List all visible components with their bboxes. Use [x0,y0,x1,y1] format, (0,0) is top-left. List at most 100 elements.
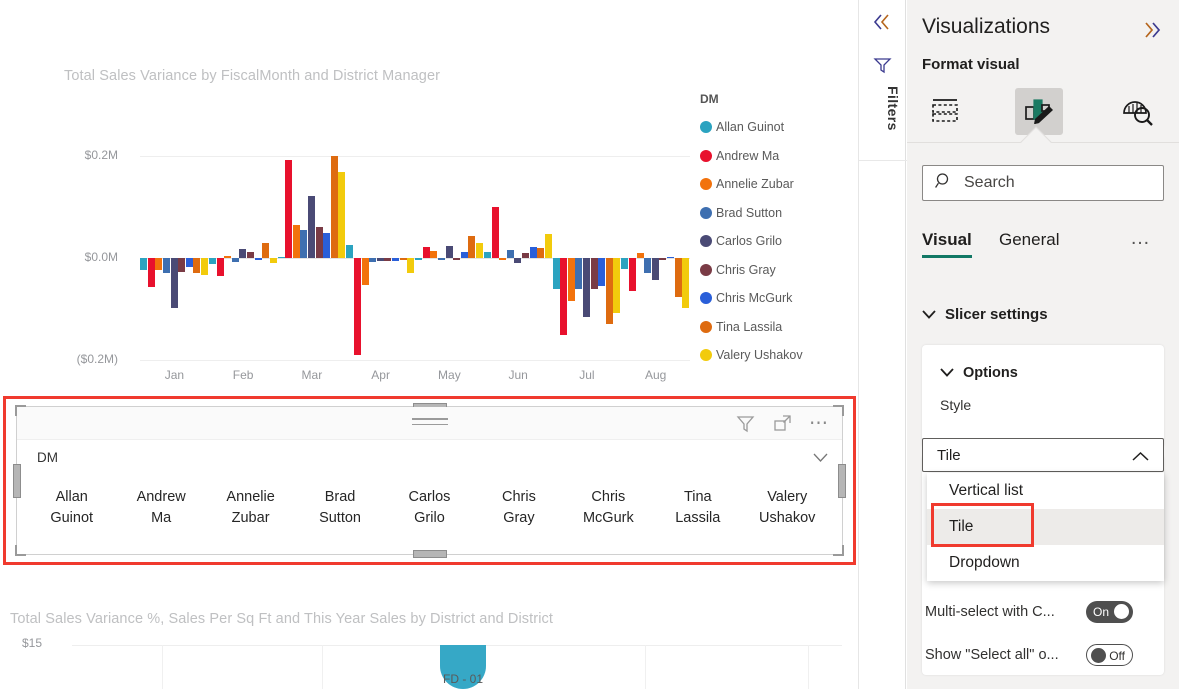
chart-bar[interactable] [468,235,476,258]
chart-bar[interactable] [567,258,575,301]
chart-bar[interactable] [246,251,254,258]
chart-bar[interactable] [407,258,415,274]
chart-bar[interactable] [216,258,224,277]
chart-bar[interactable] [422,246,430,258]
chart-bar[interactable] [651,258,659,281]
slicer-tile[interactable]: Carlos Grilo [385,485,474,531]
chart-bar[interactable] [354,258,362,355]
chevron-up-icon[interactable] [1132,449,1149,467]
chart-bar[interactable] [575,258,583,289]
slicer-tile[interactable]: Chris Gray [474,485,563,531]
chart-bar[interactable] [430,250,438,258]
chart-bar[interactable] [170,258,178,308]
legend-item[interactable]: Valery Ushakov [700,341,850,370]
select-all-toggle[interactable]: Off [1086,644,1133,666]
options-header[interactable]: Options [940,365,1018,381]
chart-bar[interactable] [590,258,598,289]
chart-bar[interactable] [300,229,308,258]
chart-bar[interactable] [346,244,354,258]
chart-bar[interactable] [338,172,346,258]
chart-bar[interactable] [445,245,453,258]
chart-bar[interactable] [292,224,300,258]
filter-icon[interactable] [735,413,756,434]
search-box[interactable] [922,165,1164,201]
chart-bar[interactable] [208,258,216,265]
slicer-visual[interactable]: ⋯ DM Allan Guinot Andrew Ma Annelie Zubar B… [13,403,846,558]
legend-item[interactable]: Allan Guinot [700,113,850,142]
chart-bar[interactable] [140,258,148,271]
chart-bar[interactable] [361,258,369,285]
chart-bar[interactable] [636,252,644,258]
chart-bar[interactable] [308,195,316,258]
chart-bar[interactable] [315,227,323,258]
style-dropdown[interactable]: Tile [922,438,1164,472]
resize-handle-bottom[interactable] [412,550,447,558]
chart-bar[interactable] [200,258,208,276]
chart-bar[interactable] [644,258,652,274]
analytics-tab-button[interactable] [1114,88,1162,135]
chart-bar[interactable] [231,258,239,263]
legend-item[interactable]: Brad Sutton [700,199,850,228]
chart-bar[interactable] [369,258,377,263]
chart-bar[interactable] [514,258,522,264]
legend-item[interactable]: Chris Gray [700,256,850,285]
chart-bar[interactable] [483,251,491,258]
chart-bar[interactable] [453,258,461,260]
chart-bar[interactable] [193,258,201,274]
chart-bar[interactable] [583,258,591,318]
filter-funnel-icon[interactable] [873,55,893,80]
chart-bar[interactable] [224,255,232,258]
chart-bar[interactable] [560,258,568,335]
slicer-tile[interactable]: Tina Lassila [653,485,742,531]
fields-tab-button[interactable] [923,88,971,135]
chart-bar[interactable] [415,258,423,261]
chart-bar[interactable] [330,156,338,258]
chart-bar[interactable] [674,258,682,297]
chart-bar[interactable] [499,258,507,261]
chart-bar[interactable] [277,256,285,258]
chart-bar[interactable] [667,256,675,258]
chart-bar[interactable] [185,258,193,268]
chart-bar[interactable] [475,242,483,258]
chart-bar[interactable] [262,242,270,258]
chart-bar[interactable] [506,249,514,258]
style-option-tile[interactable]: Tile [927,509,1164,545]
legend-item[interactable]: Tina Lassila [700,313,850,342]
legend-item[interactable]: Annelie Zubar [700,170,850,199]
chart-bar[interactable] [552,258,560,289]
chart-bar[interactable] [239,248,247,258]
focus-mode-icon[interactable] [772,413,793,434]
style-option-dropdown[interactable]: Dropdown [927,545,1164,581]
chart-bar[interactable] [437,258,445,260]
slicer-tile[interactable]: Valery Ushakov [743,485,832,531]
style-option-vertical-list[interactable]: Vertical list [927,473,1164,509]
resize-corner-bottom-right[interactable] [833,545,844,556]
more-options-icon[interactable]: ⋯ [809,414,830,433]
chart-bar[interactable] [269,258,277,264]
chart-bar[interactable] [384,258,392,262]
chart-bar[interactable] [460,251,468,258]
chart-bar[interactable] [162,258,170,274]
slicer-tile[interactable]: Allan Guinot [27,485,116,531]
chart-bar[interactable] [323,232,331,258]
resize-corner-bottom-left[interactable] [15,545,26,556]
filters-pane-collapsed[interactable]: Filters [858,0,907,689]
collapse-filters-icon[interactable] [871,12,893,37]
style-dropdown-listbox[interactable]: Vertical list Tile Dropdown [927,473,1164,581]
chart-bar[interactable] [521,252,529,258]
slicer-tile[interactable]: Andrew Ma [116,485,205,531]
chart-bar[interactable] [147,258,155,287]
chart-bar[interactable] [621,258,629,270]
format-tab-button[interactable] [1015,88,1063,135]
chart-bar[interactable] [254,258,262,261]
slicer-tile[interactable]: Annelie Zubar [206,485,295,531]
chevron-down-icon[interactable] [813,450,828,468]
legend-item[interactable]: Chris McGurk [700,284,850,313]
chart-bar[interactable] [613,258,621,314]
chart-bar[interactable] [629,258,637,291]
chart-bar[interactable] [598,258,606,286]
chart-bar[interactable] [178,258,186,273]
chart-bar[interactable] [605,258,613,325]
chart-bar[interactable] [376,258,384,262]
multi-select-toggle[interactable]: On [1086,601,1133,623]
